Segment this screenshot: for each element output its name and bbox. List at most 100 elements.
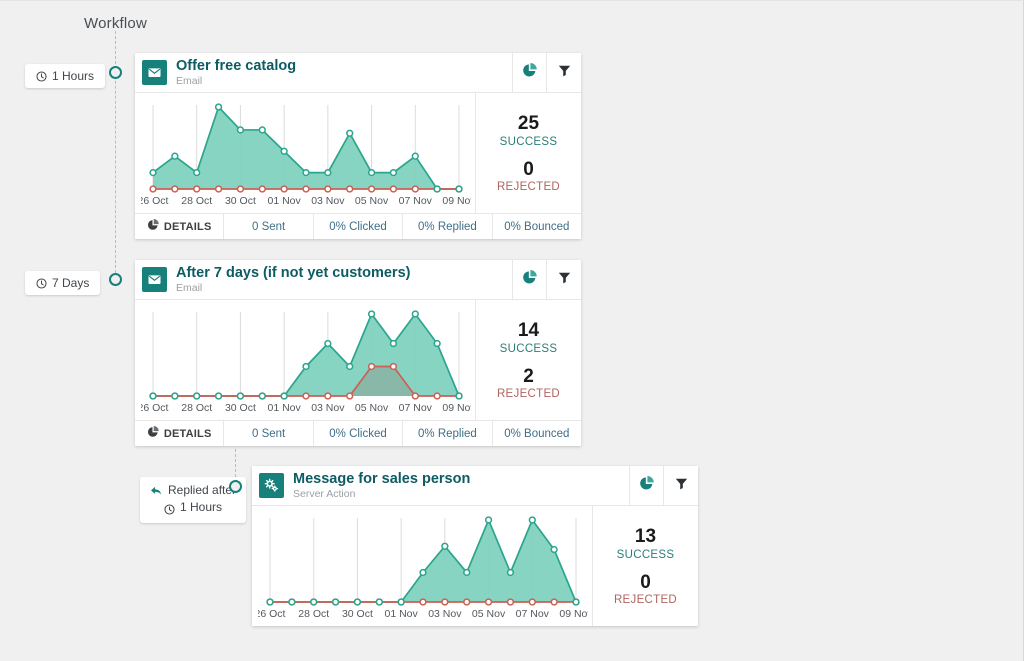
x-axis-tick: 09 Nov — [559, 608, 588, 620]
replied-label: 0% Replied — [418, 221, 477, 233]
bounced-stat[interactable]: 0% Bounced — [493, 214, 581, 239]
connector-node-2 — [109, 273, 122, 286]
card-header: Offer free catalog Email — [135, 53, 581, 93]
statistics-button[interactable] — [630, 466, 664, 505]
x-axis-tick: 05 Nov — [355, 195, 389, 207]
workflow-card-3[interactable]: Message for sales person Server Action 2… — [252, 466, 698, 626]
card-footer: DETAILS 0 Sent 0% Clicked 0% Replied 0% … — [135, 213, 581, 239]
email-icon — [142, 267, 167, 292]
card-header: After 7 days (if not yet customers) Emai… — [135, 260, 581, 300]
filter-icon — [558, 271, 571, 289]
delay-pill-label: 1 Hours — [180, 499, 222, 516]
card-title: Message for sales person — [293, 471, 470, 487]
rejected-label: REJECTED — [497, 181, 560, 193]
pie-chart-icon — [522, 270, 537, 290]
pie-chart-icon — [639, 476, 654, 496]
card-title: After 7 days (if not yet customers) — [176, 265, 410, 281]
card-subtitle: Server Action — [293, 489, 470, 500]
filter-icon — [558, 64, 571, 82]
workflow-card-1[interactable]: Offer free catalog Email 26 Oct28 Oct30 … — [135, 53, 581, 239]
connector-node-1 — [109, 66, 122, 79]
area-chart-svg: 26 Oct28 Oct30 Oct01 Nov03 Nov05 Nov07 N… — [141, 99, 471, 211]
trigger-pill-label: Replied after — [168, 482, 236, 499]
card-stats: 14 SUCCESS 2 REJECTED — [475, 300, 581, 420]
bounced-stat[interactable]: 0% Bounced — [493, 421, 581, 446]
success-value: 25 — [500, 113, 558, 135]
workflow-canvas: Workflow 1 Hours 7 Days Replied after — [0, 0, 1024, 661]
pie-chart-icon — [147, 219, 159, 234]
x-axis-tick: 07 Nov — [399, 195, 433, 207]
card-subtitle: Email — [176, 76, 296, 87]
success-label: SUCCESS — [617, 549, 675, 561]
details-label: DETAILS — [164, 221, 212, 233]
rejected-label: REJECTED — [614, 594, 677, 606]
email-icon — [142, 60, 167, 85]
x-axis-tick: 26 Oct — [141, 195, 169, 207]
clicked-stat[interactable]: 0% Clicked — [314, 214, 403, 239]
clock-icon — [36, 278, 47, 289]
x-axis-tick: 01 Nov — [268, 402, 302, 414]
chart-2: 26 Oct28 Oct30 Oct01 Nov03 Nov05 Nov07 N… — [135, 300, 475, 420]
delay-pill-1[interactable]: 1 Hours — [25, 64, 105, 88]
server-action-icon — [259, 473, 284, 498]
clicked-stat[interactable]: 0% Clicked — [314, 421, 403, 446]
card-body: 26 Oct28 Oct30 Oct01 Nov03 Nov05 Nov07 N… — [135, 300, 581, 420]
delay-pill-2[interactable]: 7 Days — [25, 271, 100, 295]
area-chart-svg: 26 Oct 28 Oct 30 Oct 01 Nov 03 Nov 05 Nov 07 N… — [258, 512, 588, 624]
filter-button[interactable] — [547, 260, 581, 299]
x-axis-tick: 26 Oct — [258, 608, 286, 620]
card-stats: 25 SUCCESS 0 REJECTED — [475, 93, 581, 213]
x-axis-tick: 07 Nov — [516, 608, 550, 620]
rejected-value: 0 — [497, 159, 560, 181]
x-axis-tick: 03 Nov — [428, 608, 462, 620]
filter-button[interactable] — [664, 466, 698, 505]
filter-icon — [675, 477, 688, 495]
x-axis-tick: 09 Nov — [442, 195, 471, 207]
x-axis-tick: 01 Nov — [385, 608, 419, 620]
x-axis-tick: 05 Nov — [355, 402, 389, 414]
sent-label: 0 Sent — [252, 221, 285, 233]
pie-chart-icon — [147, 426, 159, 441]
sent-stat[interactable]: 0 Sent — [224, 214, 313, 239]
x-axis-tick: 01 Nov — [268, 195, 302, 207]
card-header-main[interactable]: After 7 days (if not yet customers) Emai… — [135, 260, 513, 299]
chart-3: 26 Oct 28 Oct 30 Oct 01 Nov 03 Nov 05 Nov 07 N… — [252, 506, 592, 626]
rejected-value: 2 — [497, 366, 560, 388]
replied-label: 0% Replied — [418, 428, 477, 440]
filter-button[interactable] — [547, 53, 581, 92]
rejected-label: REJECTED — [497, 388, 560, 400]
x-axis-tick: 28 Oct — [181, 402, 212, 414]
sent-stat[interactable]: 0 Sent — [224, 421, 313, 446]
replied-stat[interactable]: 0% Replied — [403, 421, 492, 446]
connector-node-3 — [229, 480, 242, 493]
card-header-main[interactable]: Offer free catalog Email — [135, 53, 513, 92]
delay-pill-label: 7 Days — [52, 276, 89, 290]
replied-stat[interactable]: 0% Replied — [403, 214, 492, 239]
success-label: SUCCESS — [500, 343, 558, 355]
x-axis-tick: 26 Oct — [141, 402, 169, 414]
x-axis-tick: 30 Oct — [342, 608, 373, 620]
area-chart-svg: 26 Oct28 Oct30 Oct01 Nov03 Nov05 Nov07 N… — [141, 306, 471, 418]
sent-label: 0 Sent — [252, 428, 285, 440]
card-header: Message for sales person Server Action — [252, 466, 698, 506]
card-stats: 13 SUCCESS 0 REJECTED — [592, 506, 698, 626]
card-footer: DETAILS 0 Sent 0% Clicked 0% Replied 0% … — [135, 420, 581, 446]
statistics-button[interactable] — [513, 53, 547, 92]
card-subtitle: Email — [176, 283, 410, 294]
success-label: SUCCESS — [500, 136, 558, 148]
success-value: 13 — [617, 526, 675, 548]
reply-icon — [150, 485, 163, 496]
details-button[interactable]: DETAILS — [135, 421, 224, 446]
chart-1: 26 Oct28 Oct30 Oct01 Nov03 Nov05 Nov07 N… — [135, 93, 475, 213]
x-axis-tick: 05 Nov — [472, 608, 506, 620]
card-header-main[interactable]: Message for sales person Server Action — [252, 466, 630, 505]
x-axis-tick: 28 Oct — [298, 608, 329, 620]
x-axis-tick: 30 Oct — [225, 402, 256, 414]
workflow-card-2[interactable]: After 7 days (if not yet customers) Emai… — [135, 260, 581, 446]
pie-chart-icon — [522, 63, 537, 83]
details-button[interactable]: DETAILS — [135, 214, 224, 239]
clicked-label: 0% Clicked — [329, 428, 387, 440]
card-body: 26 Oct28 Oct30 Oct01 Nov03 Nov05 Nov07 N… — [135, 93, 581, 213]
details-label: DETAILS — [164, 428, 212, 440]
statistics-button[interactable] — [513, 260, 547, 299]
